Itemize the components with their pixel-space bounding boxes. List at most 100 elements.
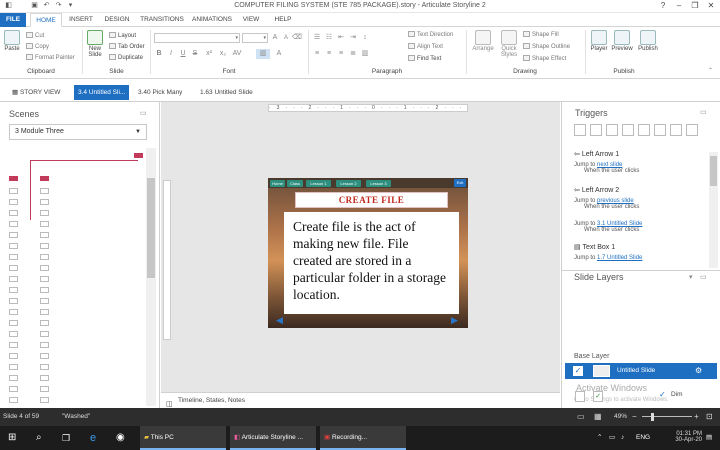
taskbar-item-recording[interactable]: ▣ Recording...	[320, 426, 406, 450]
close-button[interactable]: ✕	[704, 1, 718, 11]
scene-slide-thumb[interactable]	[9, 375, 18, 381]
scene-slide-thumb[interactable]	[9, 199, 18, 205]
quick-styles-button[interactable]: Quick Styles	[498, 30, 520, 58]
tab-file[interactable]: FILE	[0, 13, 26, 27]
move-up-icon[interactable]	[654, 124, 666, 136]
align-center-icon[interactable]: ≡	[324, 49, 334, 59]
preview-button[interactable]: Preview	[611, 30, 633, 52]
scene-slide-thumb[interactable]	[9, 232, 18, 238]
tab-slide-1-63[interactable]: 1.63 Untitled Slide	[196, 85, 257, 100]
nav-home-button[interactable]: Home	[270, 180, 285, 187]
find-text-button[interactable]: Find Text	[408, 54, 441, 64]
scene-slide-thumb[interactable]	[40, 265, 49, 271]
task-view-icon[interactable]: ❐	[62, 426, 70, 450]
scene-slide-thumb[interactable]	[40, 342, 49, 348]
nav-lesson2-button[interactable]: Lesson 2	[336, 180, 361, 187]
new-slide-button[interactable]: New Slide	[85, 30, 105, 58]
scene-slide-thumb[interactable]	[9, 254, 18, 260]
gear-icon[interactable]: ⚙	[695, 363, 702, 379]
clock[interactable]: 01:31 PM 30-Apr-20	[662, 431, 702, 443]
panel-menu-icon[interactable]: ▾	[689, 273, 693, 281]
scene-slide-thumb[interactable]	[40, 254, 49, 260]
indent-increase-icon[interactable]: ⇥	[348, 33, 358, 43]
scene-slide-thumb[interactable]	[40, 386, 49, 392]
align-text-button[interactable]: Align Text	[408, 42, 443, 52]
duplicate-button[interactable]: Duplicate	[109, 53, 143, 63]
minimize-button[interactable]: –	[672, 1, 686, 11]
scene-slide-thumb[interactable]	[134, 153, 143, 158]
right-arrow-icon[interactable]: ▶	[451, 316, 461, 325]
tray-chevron-icon[interactable]: ⌃	[597, 426, 602, 450]
tab-slide-3-4[interactable]: 3.4 Untitled Sli...	[74, 85, 130, 100]
zoom-in-icon[interactable]: +	[694, 408, 699, 426]
scene-slide-thumb[interactable]	[9, 331, 18, 337]
numbering-icon[interactable]: ☷	[324, 33, 334, 43]
italic-button[interactable]: I	[166, 49, 176, 59]
triggers-scrollbar[interactable]	[709, 152, 718, 268]
scene-slide-thumb[interactable]	[9, 342, 18, 348]
scene-slide-thumb[interactable]	[9, 210, 18, 216]
bullets-icon[interactable]: ☰	[312, 33, 322, 43]
font-size-select[interactable]: ▾	[242, 33, 268, 43]
shape-outline-button[interactable]: Shape Outline	[523, 42, 570, 52]
slide-title[interactable]: CREATE FILE	[295, 192, 448, 208]
strike-button[interactable]: S	[190, 49, 200, 59]
delete-trigger-icon[interactable]	[638, 124, 650, 136]
scene-slide-thumb[interactable]	[9, 243, 18, 249]
scene-slide-thumb[interactable]	[40, 188, 49, 194]
nav-lesson3-button[interactable]: Lesson 3	[366, 180, 391, 187]
windows-start-icon[interactable]: ⊞	[8, 426, 16, 450]
highlight-icon[interactable]: ▥	[256, 49, 270, 59]
copy-button[interactable]: Copy	[26, 42, 49, 52]
restore-button[interactable]: ❐	[688, 1, 702, 11]
panel-dock-icon[interactable]: ▭	[700, 108, 707, 116]
scene-slide-thumb[interactable]	[40, 276, 49, 282]
justify-icon[interactable]: ≣	[348, 49, 358, 59]
scene-slide-thumb[interactable]	[40, 375, 49, 381]
left-arrow-icon[interactable]: ◀	[276, 316, 286, 325]
trigger-item[interactable]: Jump to 3.1 Untitled Slide When the user…	[574, 221, 702, 233]
trigger-item[interactable]: ▤ Text Box 1 Jump to 1.7 Untitled Slide	[574, 243, 702, 261]
tab-design[interactable]: DESIGN	[100, 13, 134, 27]
shape-fill-button[interactable]: Shape Fill	[523, 30, 559, 40]
scrollbar-thumb[interactable]	[710, 156, 717, 186]
shape-effect-button[interactable]: Shape Effect	[523, 54, 566, 64]
tab-order-button[interactable]: Tab Order	[109, 42, 145, 52]
scene-slide-thumb[interactable]	[40, 243, 49, 249]
story-map[interactable]	[0, 148, 146, 406]
network-icon[interactable]: ▭	[609, 426, 615, 450]
scene-slide-thumb[interactable]	[40, 298, 49, 304]
scene-slide-thumb[interactable]	[9, 265, 18, 271]
new-layer-icon[interactable]	[575, 391, 585, 402]
trigger-target-link[interactable]: 1.7 Untitled Slide	[597, 255, 642, 261]
trigger-options-icon[interactable]	[686, 124, 698, 136]
scene-slide-thumb[interactable]	[9, 276, 18, 282]
scene-slide-thumb[interactable]	[9, 221, 18, 227]
cut-button[interactable]: Cut	[26, 31, 44, 41]
volume-icon[interactable]: ♪	[621, 426, 624, 450]
player-button[interactable]: Player	[589, 30, 609, 52]
scene-slide-thumb[interactable]	[40, 364, 49, 370]
edge-icon[interactable]: e	[90, 426, 96, 450]
language-indicator[interactable]: ENG	[636, 426, 650, 450]
fit-view-icon[interactable]: ▦	[594, 408, 602, 426]
fit-window-icon[interactable]: ⊡	[706, 408, 713, 426]
move-down-icon[interactable]	[670, 124, 682, 136]
slide-body-text[interactable]: Create file is the act of making new fil…	[284, 212, 459, 314]
slide-canvas[interactable]: Home Class Lesson 1 Lesson 2 Lesson 3 Ex…	[268, 178, 468, 328]
columns-icon[interactable]: ▥	[360, 49, 370, 59]
align-left-icon[interactable]: ≡	[312, 49, 322, 59]
scene-slide-thumb[interactable]	[9, 320, 18, 326]
trigger-item[interactable]: ⇦ Left Arrow 1 Jump to next slide When t…	[574, 150, 702, 174]
align-right-icon[interactable]: ≡	[336, 49, 346, 59]
scene-slide-thumb[interactable]	[40, 331, 49, 337]
scene-slide-thumb[interactable]	[9, 176, 18, 181]
scene-slide-thumb[interactable]	[9, 364, 18, 370]
nav-lesson1-button[interactable]: Lesson 1	[306, 180, 331, 187]
font-color-icon[interactable]: A	[274, 49, 284, 59]
underline-button[interactable]: U	[178, 49, 188, 59]
search-icon[interactable]: ⌕	[36, 426, 42, 450]
notifications-icon[interactable]: ▤	[706, 426, 712, 450]
exit-button[interactable]: Exit	[454, 179, 466, 187]
scrollbar-thumb[interactable]	[147, 178, 155, 278]
